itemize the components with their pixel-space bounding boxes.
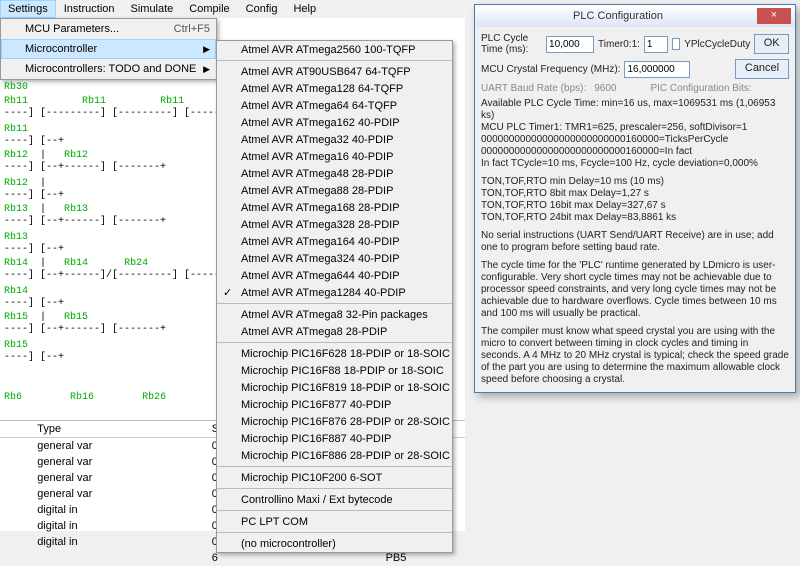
mcu-option[interactable]: Controllino Maxi / Ext bytecode bbox=[217, 491, 452, 508]
label-cycle: PLC Cycle Time (ms): bbox=[481, 33, 542, 55]
dialog-title: PLC Configuration bbox=[479, 10, 757, 22]
menu-compile[interactable]: Compile bbox=[181, 0, 237, 18]
info-para-3: The compiler must know what speed crysta… bbox=[481, 326, 789, 386]
timer01-input[interactable] bbox=[644, 36, 668, 53]
ok-button[interactable]: OK bbox=[754, 34, 789, 54]
label-duty: YPlcCycleDuty bbox=[684, 39, 750, 50]
close-icon[interactable]: × bbox=[757, 8, 791, 24]
mcu-option[interactable]: (no microcontroller) bbox=[217, 535, 452, 552]
label-timer01: Timer0:1: bbox=[598, 39, 640, 50]
info-para-1: No serial instructions (UART Send/UART R… bbox=[481, 230, 789, 254]
mcu-option[interactable]: Atmel AVR ATmega128 64-TQFP bbox=[217, 80, 452, 97]
chevron-right-icon: ▶ bbox=[203, 64, 210, 75]
mcu-option[interactable]: Microchip PIC16F877 40-PDIP bbox=[217, 396, 452, 413]
mcu-option[interactable]: Atmel AVR ATmega32 40-PDIP bbox=[217, 131, 452, 148]
crystal-input[interactable] bbox=[624, 61, 690, 78]
mcu-option[interactable]: Atmel AVR ATmega64 64-TQFP bbox=[217, 97, 452, 114]
mcu-option[interactable]: Atmel AVR ATmega8 32-Pin packages bbox=[217, 306, 452, 323]
baud-value: 9600 bbox=[594, 83, 616, 94]
mcu-option[interactable]: Atmel AVR ATmega162 40-PDIP bbox=[217, 114, 452, 131]
microcontroller-submenu: Atmel AVR ATmega2560 100-TQFP Atmel AVR A… bbox=[216, 40, 453, 553]
label-crystal: MCU Crystal Frequency (MHz): bbox=[481, 64, 620, 75]
menu-help[interactable]: Help bbox=[285, 0, 324, 18]
mcu-option[interactable]: Atmel AVR ATmega1284 40-PDIP bbox=[217, 284, 452, 301]
mcu-option[interactable]: Microchip PIC16F628 18-PDIP or 18-SOIC bbox=[217, 345, 452, 362]
mcu-option[interactable]: Atmel AVR ATmega328 28-PDIP bbox=[217, 216, 452, 233]
mcu-option[interactable]: Atmel AVR AT90USB647 64-TQFP bbox=[217, 63, 452, 80]
info-block-1: Available PLC Cycle Time: min=16 us, max… bbox=[481, 98, 789, 170]
mcu-option[interactable]: Atmel AVR ATmega16 40-PDIP bbox=[217, 148, 452, 165]
mcu-option[interactable]: Microchip PIC16F887 40-PDIP bbox=[217, 430, 452, 447]
menu-simulate[interactable]: Simulate bbox=[123, 0, 182, 18]
mcu-option[interactable]: PC LPT COM bbox=[217, 513, 452, 530]
plc-configuration-dialog: PLC Configuration × PLC Cycle Time (ms):… bbox=[474, 4, 796, 393]
cycle-time-input[interactable] bbox=[546, 36, 594, 53]
menu-mcu-todo-done[interactable]: Microcontrollers: TODO and DONE▶ bbox=[1, 59, 216, 79]
mcu-option[interactable]: Atmel AVR ATmega8 28-PDIP bbox=[217, 323, 452, 340]
mcu-option[interactable]: Microchip PIC16F88 18-PDIP or 18-SOIC bbox=[217, 362, 452, 379]
duty-checkbox[interactable] bbox=[672, 38, 680, 50]
label-baud: UART Baud Rate (bps): bbox=[481, 83, 586, 94]
mcu-option[interactable]: Atmel AVR ATmega168 28-PDIP bbox=[217, 199, 452, 216]
mcu-option[interactable]: Atmel AVR ATmega324 40-PDIP bbox=[217, 250, 452, 267]
mcu-option[interactable]: Microchip PIC10F200 6-SOT bbox=[217, 469, 452, 486]
mcu-option[interactable]: Atmel AVR ATmega2560 100-TQFP bbox=[217, 41, 452, 58]
menu-instruction[interactable]: Instruction bbox=[56, 0, 123, 18]
settings-dropdown: MCU Parameters...Ctrl+F5 Microcontroller… bbox=[0, 18, 217, 80]
mcu-option[interactable]: Microchip PIC16F876 28-PDIP or 28-SOIC bbox=[217, 413, 452, 430]
info-block-2: TON,TOF,RTO min Delay=10 ms (10 ms)TON,T… bbox=[481, 176, 789, 224]
info-para-2: The cycle time for the 'PLC' runtime gen… bbox=[481, 260, 789, 320]
rail-label: Rb30 bbox=[4, 82, 28, 93]
mcu-option[interactable]: Microchip PIC16F886 28-PDIP or 28-SOIC bbox=[217, 447, 452, 464]
menu-config[interactable]: Config bbox=[238, 0, 286, 18]
menu-settings[interactable]: Settings bbox=[0, 0, 56, 18]
mcu-option[interactable]: Atmel AVR ATmega164 40-PDIP bbox=[217, 233, 452, 250]
menu-mcu-parameters[interactable]: MCU Parameters...Ctrl+F5 bbox=[1, 19, 216, 39]
menubar: Settings Instruction Simulate Compile Co… bbox=[0, 0, 465, 18]
mcu-option[interactable]: Atmel AVR ATmega88 28-PDIP bbox=[217, 182, 452, 199]
menu-microcontroller[interactable]: Microcontroller▶ bbox=[1, 39, 216, 59]
label-picbits: PIC Configuration Bits: bbox=[650, 83, 751, 94]
cancel-button[interactable]: Cancel bbox=[735, 59, 789, 79]
mcu-option[interactable]: Microchip PIC16F819 18-PDIP or 18-SOIC bbox=[217, 379, 452, 396]
col-type[interactable]: Type bbox=[31, 421, 206, 438]
mcu-option[interactable]: Atmel AVR ATmega48 28-PDIP bbox=[217, 165, 452, 182]
mcu-option[interactable]: Atmel AVR ATmega644 40-PDIP bbox=[217, 267, 452, 284]
chevron-right-icon: ▶ bbox=[203, 44, 210, 55]
